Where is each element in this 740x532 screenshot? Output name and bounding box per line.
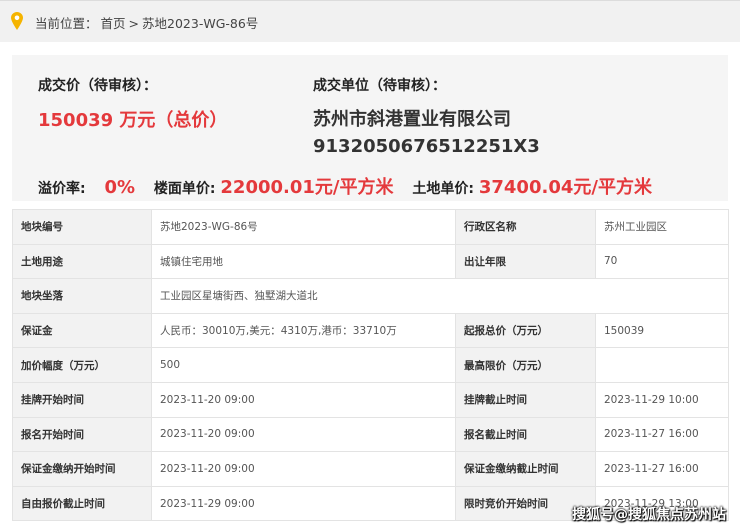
- breadcrumb-home-link[interactable]: 首页: [101, 16, 126, 31]
- field-value: [595, 347, 729, 383]
- field-label: 自由报价截止时间: [12, 485, 152, 522]
- land-price-value: 37400.04元/平方米: [478, 177, 652, 198]
- floor-price-label: 楼面单价:: [153, 181, 216, 197]
- premium-value: 0%: [104, 177, 136, 198]
- field-value: 150039: [595, 312, 729, 349]
- winner-code: 913205067651225​1X3: [313, 136, 540, 157]
- table-row: 保证金缴纳开始时间 2023-11-20 09:00 保证金缴纳截止时间 2023-1…: [12, 451, 729, 487]
- price-value: 150039 万元（总价）: [38, 110, 228, 131]
- table-row: 加价幅度（万元） 500 最高限价（万元）: [12, 347, 729, 383]
- field-value: 70: [595, 243, 729, 280]
- premium-label: 溢价率:: [38, 181, 86, 197]
- field-value: 2023-11-27 16:00: [595, 416, 729, 453]
- price-stats: 溢价率: 0% 楼面单价: 22000.01元/平方米 土地单价: 37400.…: [38, 173, 652, 199]
- field-value: 人民币：30010万,美元：4310万,港币：33710万: [151, 312, 456, 349]
- field-label: 保证金: [12, 312, 152, 349]
- watermark: 搜狐号@搜狐焦点苏州站: [572, 507, 726, 523]
- location-pin-icon: [11, 12, 23, 30]
- deal-summary: 成交价（待审核）： 150039 万元（总价） 成交单位（待审核）： 苏州市斜港…: [12, 55, 728, 201]
- field-value: 城镇住宅用地: [151, 243, 456, 280]
- land-info-table: 地块编号 苏地2023-WG-86号 行政区名称 苏州工业园区 土地用途 城镇住宅用地 出让…: [12, 209, 729, 522]
- field-label: 挂牌截止时间: [455, 381, 596, 418]
- field-label: 地块坐落: [12, 278, 152, 314]
- field-label: 加价幅度（万元）: [12, 347, 152, 383]
- table-row: 报名开始时间 2023-11-20 09:00 报名截止时间 2023-11-27 1…: [12, 416, 729, 453]
- winner-info: 苏州市斜港置业有限公司 913205067651225​1X3: [313, 106, 540, 160]
- winner-name: 苏州市斜港置业有限公司: [313, 109, 511, 130]
- field-label: 保证金缴纳开始时间: [12, 451, 152, 487]
- field-value: 2023-11-20 09:00: [151, 381, 456, 418]
- land-price-label: 土地单价:: [412, 181, 474, 197]
- field-label: 行政区名称: [455, 209, 596, 245]
- breadcrumb-bar: 当前位置： 首页 > 苏地2023-WG-86号: [0, 0, 740, 42]
- breadcrumb-separator: >: [128, 16, 140, 31]
- field-value: 500: [151, 347, 456, 383]
- field-label: 报名截止时间: [455, 416, 596, 453]
- field-value: 2023-11-29 10:00: [595, 381, 729, 418]
- field-value: 2023-11-20 09:00: [151, 451, 456, 487]
- table-row: 土地用途 城镇住宅用地 出让年限 70: [12, 243, 729, 280]
- breadcrumb-prefix: 当前位置：: [35, 16, 98, 31]
- breadcrumb: 当前位置： 首页 > 苏地2023-WG-86号: [35, 13, 261, 32]
- field-label: 报名开始时间: [12, 416, 152, 453]
- table-row: 地块坐落 工业园区星塘街西、独墅湖大道北: [12, 278, 729, 314]
- field-label: 出让年限: [455, 243, 596, 280]
- field-value: 工业园区星塘街西、独墅湖大道北: [151, 278, 729, 314]
- field-label: 起报总价（万元）: [455, 312, 596, 349]
- field-label: 挂牌开始时间: [12, 381, 152, 418]
- winner-label: 成交单位（待审核）：: [313, 78, 446, 94]
- field-value: 2023-11-29 09:00: [151, 485, 456, 522]
- breadcrumb-current: 苏地2023-WG-86号: [142, 16, 259, 31]
- field-label: 地块编号: [12, 209, 152, 245]
- field-value: 苏州工业园区: [595, 209, 729, 245]
- table-row: 挂牌开始时间 2023-11-20 09:00 挂牌截止时间 2023-11-29 1…: [12, 381, 729, 418]
- field-label: 最高限价（万元）: [455, 347, 596, 383]
- price-label: 成交价（待审核）：: [38, 78, 157, 94]
- table-row: 地块编号 苏地2023-WG-86号 行政区名称 苏州工业园区: [12, 209, 729, 245]
- field-label: 土地用途: [12, 243, 152, 280]
- field-value: 2023-11-27 16:00: [595, 451, 729, 487]
- field-value: 2023-11-20 09:00: [151, 416, 456, 453]
- field-label: 保证金缴纳截止时间: [455, 451, 596, 487]
- floor-price-value: 22000.01元/平方米: [220, 177, 394, 198]
- table-row: 保证金 人民币：30010万,美元：4310万,港币：33710万 起报总价（万元）…: [12, 312, 729, 349]
- field-value: 苏地2023-WG-86号: [151, 209, 456, 245]
